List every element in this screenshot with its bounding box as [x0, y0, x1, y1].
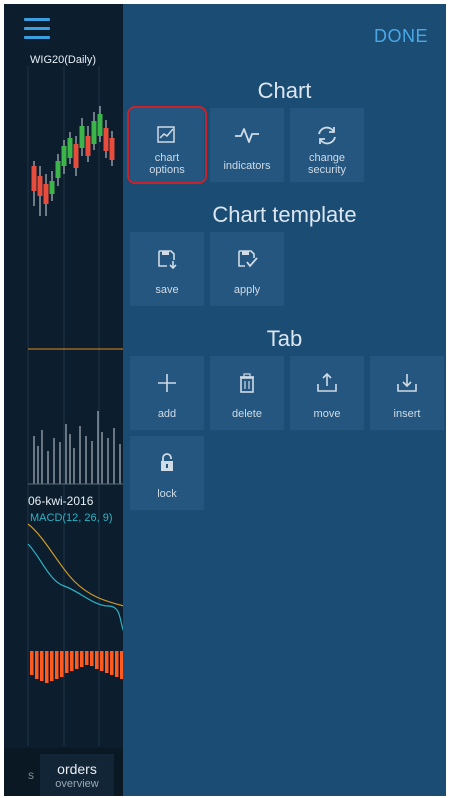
chart-options-label: chart options — [149, 152, 185, 176]
move-tab-button[interactable]: move — [290, 356, 364, 430]
indicators-button[interactable]: indicators — [210, 108, 284, 182]
tab-orders-overview[interactable]: orders overview — [40, 754, 114, 796]
indicators-label: indicators — [223, 160, 271, 172]
section-title-chart-template: Chart template — [212, 202, 357, 227]
macd-histogram-bar — [85, 651, 89, 665]
candle-body — [49, 181, 55, 194]
trash-icon — [240, 373, 254, 393]
apply-template-button[interactable]: apply — [210, 232, 284, 306]
macd-histogram-bar — [100, 651, 104, 671]
macd-histogram-bar — [40, 651, 44, 681]
macd-label: MACD(12, 26, 9) — [30, 512, 113, 524]
candle-body — [103, 128, 109, 151]
macd-histogram-bar — [55, 651, 59, 679]
insert-tab-label: insert — [393, 408, 421, 420]
chart-options-button[interactable]: chart options — [130, 108, 204, 182]
delete-tab-button[interactable]: delete — [210, 356, 284, 430]
indicators-icon — [235, 128, 259, 143]
apply-template-icon — [238, 250, 258, 268]
candle-body — [109, 138, 115, 160]
macd-histogram-bar — [90, 651, 94, 666]
save-template-button[interactable]: save — [130, 232, 204, 306]
settings-panel: DONE Chart chart options indicators chan… — [123, 4, 446, 796]
change-security-button[interactable]: change security — [290, 108, 364, 182]
macd-histogram-bar — [50, 651, 54, 681]
price-chart — [27, 66, 124, 746]
app-frame: WIG20(Daily) 06-kwi-2016 MACD(12, 26, 9) — [4, 4, 446, 796]
insert-tab-button[interactable]: insert — [370, 356, 444, 430]
add-tab-label: add — [157, 408, 177, 420]
delete-tab-label: delete — [232, 408, 262, 420]
macd-histogram-bar — [80, 651, 84, 667]
tab-partial[interactable]: s — [28, 768, 34, 782]
macd-histogram-bar — [65, 651, 69, 673]
macd-histogram-bar — [105, 651, 109, 673]
plus-icon — [158, 374, 176, 392]
add-tab-button[interactable]: add — [130, 356, 204, 430]
candle-body — [31, 166, 37, 191]
candle-body — [43, 184, 49, 204]
lock-icon — [161, 453, 173, 471]
candle-body — [79, 126, 85, 148]
change-security-icon — [318, 126, 336, 145]
lock-tab-label: lock — [157, 488, 177, 500]
change-security-label: change security — [308, 152, 346, 176]
candlesticks — [31, 106, 115, 216]
macd-histogram-bar — [60, 651, 64, 677]
candle-body — [67, 138, 73, 158]
macd-histogram-bar — [115, 651, 119, 677]
save-template-label: save — [155, 284, 179, 296]
tab-orders-label: orders — [57, 761, 97, 777]
chart-area: WIG20(Daily) 06-kwi-2016 MACD(12, 26, 9) — [4, 4, 124, 796]
candle-body — [37, 176, 43, 196]
tab-orders-sublabel: overview — [55, 778, 99, 790]
macd-histogram-bar — [95, 651, 99, 669]
apply-template-label: apply — [233, 284, 261, 296]
chart-title: WIG20(Daily) — [30, 54, 97, 66]
section-title-chart: Chart — [257, 78, 312, 103]
candle-body — [85, 136, 91, 156]
chart-options-icon — [157, 126, 175, 143]
upload-icon — [317, 372, 337, 392]
download-icon — [397, 374, 417, 392]
candle-body — [91, 121, 97, 144]
done-button[interactable]: DONE — [374, 26, 428, 47]
candle-body — [73, 144, 79, 168]
macd-histogram-bar — [45, 651, 49, 683]
candle-body — [97, 114, 103, 136]
menu-icon[interactable] — [24, 18, 50, 40]
macd-histogram-bar — [75, 651, 79, 669]
date-label: 06-kwi-2016 — [28, 494, 94, 508]
candle-body — [61, 146, 67, 166]
section-title-tab: Tab — [266, 326, 303, 351]
lock-tab-button[interactable]: lock — [130, 436, 204, 510]
save-template-icon — [158, 250, 177, 270]
move-tab-label: move — [313, 408, 341, 420]
candle-body — [55, 161, 61, 178]
macd-histogram-bar — [110, 651, 114, 675]
macd-histogram-bar — [35, 651, 39, 679]
macd-histogram-bar — [70, 651, 74, 671]
macd-histogram-bar — [30, 651, 34, 675]
